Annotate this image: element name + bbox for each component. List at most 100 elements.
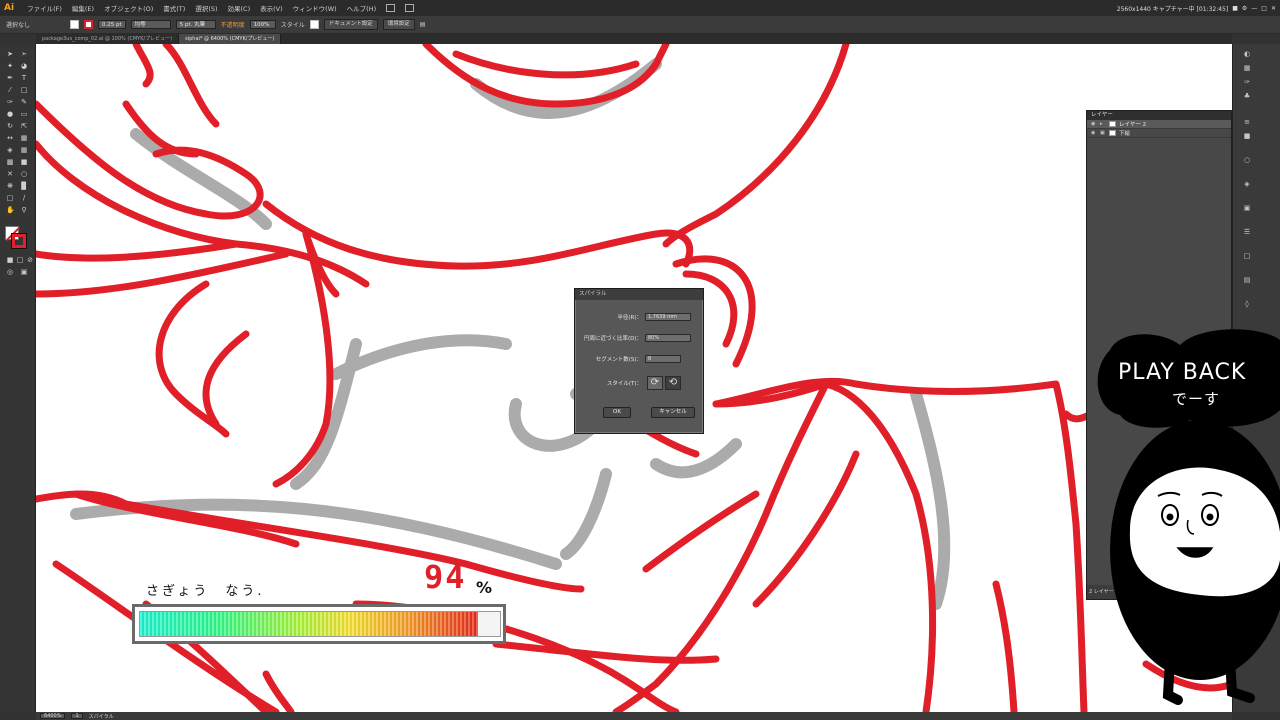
zoom-tool-icon[interactable]: ⚲ [20, 206, 28, 214]
symbol-sprayer-tool-icon[interactable]: ❋ [6, 182, 14, 190]
opacity-field[interactable]: 100% [249, 20, 276, 29]
type-tool-icon[interactable]: T [20, 74, 28, 82]
menu-help[interactable]: ヘルプ(H) [342, 3, 381, 13]
maximize-icon[interactable]: □ [1261, 5, 1267, 12]
draw-mode-icon[interactable]: ◎ [6, 268, 14, 276]
page-number[interactable]: 1 [71, 713, 83, 719]
fill-stroke-control[interactable] [5, 226, 31, 252]
rotate-tool-icon[interactable]: ↻ [6, 122, 14, 130]
appearance-panel-icon[interactable]: ◈ [1243, 180, 1251, 188]
close-icon[interactable]: ✕ [1271, 5, 1276, 12]
mesh-tool-icon[interactable]: ▩ [6, 158, 14, 166]
graphic-styles-panel-icon[interactable]: ▣ [1243, 204, 1251, 212]
style-label: スタイル(T)： [606, 381, 642, 387]
layer-name[interactable]: レイヤー 2 [1119, 120, 1146, 128]
menu-select[interactable]: 選択(S) [190, 3, 222, 13]
tab-siphai-doc[interactable]: siphai* @ 6400% (CMYK/プレビュー) [179, 34, 282, 44]
stroke-width-field[interactable]: 0.25 pt [98, 20, 126, 29]
spiral-dialog-title[interactable]: スパイラル [575, 289, 703, 300]
scale-tool-icon[interactable]: ⇱ [20, 122, 28, 130]
gradient-mode-icon[interactable]: □ [16, 256, 24, 264]
menu-edit[interactable]: 編集(E) [67, 3, 99, 13]
layers-panel-icon[interactable]: ☰ [1243, 228, 1251, 236]
visibility-eye-icon[interactable]: ◉ [1091, 121, 1097, 127]
line-tool-icon[interactable]: ⁄ [6, 86, 14, 94]
blob-brush-tool-icon[interactable]: ● [6, 110, 14, 118]
arrange-documents-icon[interactable] [405, 4, 415, 12]
clockwise-spiral-icon[interactable]: ⟲ [665, 376, 681, 390]
bridge-icon[interactable] [386, 4, 396, 12]
gradient-tool-icon[interactable]: ■ [20, 158, 28, 166]
menu-file[interactable]: ファイル(F) [22, 3, 67, 13]
stroke-swatch[interactable] [84, 20, 94, 29]
style-swatch[interactable] [309, 20, 319, 29]
width-tool-icon[interactable]: ↔ [6, 134, 14, 142]
pencil-tool-icon[interactable]: ✎ [20, 98, 28, 106]
layer-name[interactable]: 下絵 [1119, 129, 1130, 137]
menu-window[interactable]: ウィンドウ(W) [288, 3, 342, 13]
pathfinder-panel-icon[interactable]: ◊ [1243, 300, 1251, 308]
ink-stroke [452, 50, 640, 79]
settings-icon[interactable]: ⚙ [1242, 5, 1247, 12]
layers-panel-title[interactable]: レイヤー [1087, 111, 1231, 120]
document-settings-button[interactable]: ドキュメント設定 [323, 19, 378, 30]
swatches-panel-icon[interactable]: ▦ [1243, 64, 1251, 72]
ink-stroke [262, 200, 694, 270]
radius-input[interactable]: 1.7639 mm [645, 313, 691, 321]
symbols-panel-icon[interactable]: ♣ [1243, 92, 1251, 100]
stroke-style-field[interactable]: 均等 [130, 20, 171, 29]
ok-button[interactable]: OK [603, 407, 631, 418]
brushes-panel-icon[interactable]: ✑ [1243, 78, 1251, 86]
artboard-tool-icon[interactable]: □ [6, 194, 14, 202]
stroke-panel-icon[interactable]: ≡ [1243, 118, 1251, 126]
direct-selection-tool-icon[interactable]: ➣ [20, 50, 28, 58]
spiral-dialog: スパイラル 半径(R)： 1.7639 mm 円周に近づく比率(D)： 80% … [574, 288, 704, 434]
minimize-icon[interactable]: — [1251, 5, 1257, 12]
gradient-panel-icon[interactable]: ■ [1243, 132, 1251, 140]
align-panel-icon[interactable]: ▤ [1243, 276, 1251, 284]
zoom-level[interactable]: 6400% [40, 713, 66, 719]
stroke-color-icon[interactable] [11, 233, 27, 249]
opacity-label[interactable]: 不透明度 [221, 20, 245, 29]
preferences-button[interactable]: 環境設定 [382, 19, 415, 30]
screen-mode-icon[interactable]: ▣ [20, 268, 28, 276]
cancel-button[interactable]: キャンセル [651, 407, 695, 418]
perspective-grid-tool-icon[interactable]: ▦ [20, 146, 28, 154]
fill-swatch[interactable] [70, 20, 80, 29]
eyedropper-tool-icon[interactable]: ✕ [6, 170, 14, 178]
artboards-panel-icon[interactable]: □ [1243, 252, 1251, 260]
pen-tool-icon[interactable]: ✒ [6, 74, 14, 82]
paintbrush-tool-icon[interactable]: ✑ [6, 98, 14, 106]
selection-tool-icon[interactable]: ➤ [6, 50, 14, 58]
transparency-panel-icon[interactable]: ○ [1243, 156, 1251, 164]
free-transform-tool-icon[interactable]: ▦ [20, 134, 28, 142]
slice-tool-icon[interactable]: ∕ [20, 194, 28, 202]
shape-builder-tool-icon[interactable]: ◈ [6, 146, 14, 154]
eraser-tool-icon[interactable]: ▭ [20, 110, 28, 118]
progress-fill [140, 612, 479, 636]
lasso-tool-icon[interactable]: ◕ [20, 62, 28, 70]
none-mode-icon[interactable]: ⊘ [26, 256, 34, 264]
rectangle-tool-icon[interactable]: □ [20, 86, 28, 94]
arrange-icon[interactable]: ▤ [420, 21, 426, 28]
menu-view[interactable]: 表示(V) [255, 3, 288, 13]
visibility-eye-icon[interactable]: ◉ [1091, 130, 1097, 136]
hand-tool-icon[interactable]: ✋ [6, 206, 15, 214]
lock-icon[interactable]: ▣ [1100, 130, 1106, 136]
segments-input[interactable]: 8 [645, 355, 681, 363]
blend-tool-icon[interactable]: ○ [20, 170, 28, 178]
decay-input[interactable]: 80% [645, 334, 691, 342]
menu-type[interactable]: 書式(T) [158, 3, 190, 13]
brush-field[interactable]: 5 pt. 丸筆 [175, 20, 216, 29]
graph-tool-icon[interactable]: ▉ [20, 182, 28, 190]
color-mode-icon[interactable]: ■ [6, 256, 14, 264]
tab-package-doc[interactable]: package3us_comp_02.ai @ 100% (CMYK/プレビュー… [36, 34, 180, 44]
color-panel-icon[interactable]: ◐ [1243, 50, 1251, 58]
counterclockwise-spiral-icon[interactable]: ⟳ [647, 376, 663, 390]
menu-effect[interactable]: 効果(C) [223, 3, 256, 13]
magic-wand-tool-icon[interactable]: ✦ [6, 62, 14, 70]
layer-row[interactable]: ◉ ▣ 下絵 [1087, 129, 1231, 138]
menu-object[interactable]: オブジェクト(O) [99, 3, 158, 13]
expand-arrow-icon[interactable]: ▸ [1100, 121, 1106, 127]
layer-row[interactable]: ◉ ▸ レイヤー 2 [1087, 120, 1231, 129]
